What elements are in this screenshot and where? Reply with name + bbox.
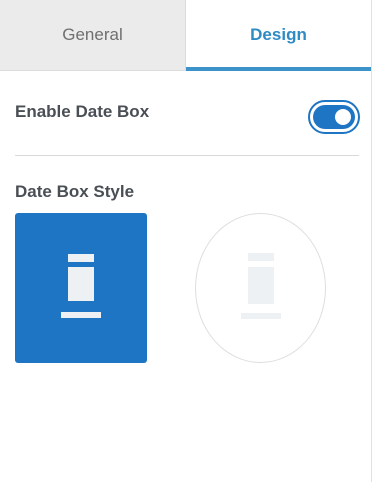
- date-box-icon-body: [68, 267, 94, 301]
- style-option-circle[interactable]: [195, 213, 326, 363]
- divider: [15, 155, 359, 156]
- date-box-icon-top: [247, 253, 274, 261]
- style-option-square[interactable]: [15, 213, 147, 363]
- design-settings-panel: General Design Enable Date Box Date Box …: [0, 0, 375, 482]
- date-box-icon-base: [240, 313, 281, 319]
- enable-date-box-label: Enable Date Box: [15, 102, 150, 121]
- enable-date-box-row: Enable Date Box: [15, 100, 360, 134]
- date-box-icon-body: [247, 267, 274, 304]
- date-box-style-label: Date Box Style: [15, 182, 135, 201]
- tab-bar: General Design: [0, 0, 371, 71]
- tab-general[interactable]: General: [0, 0, 186, 70]
- toggle-knob: [335, 109, 351, 125]
- date-box-icon-base: [61, 312, 101, 318]
- tab-design[interactable]: Design: [186, 0, 371, 71]
- toggle-track: [313, 105, 355, 129]
- panel-edge: [371, 0, 372, 482]
- date-box-icon-top: [68, 254, 94, 262]
- enable-date-box-toggle[interactable]: [308, 100, 360, 134]
